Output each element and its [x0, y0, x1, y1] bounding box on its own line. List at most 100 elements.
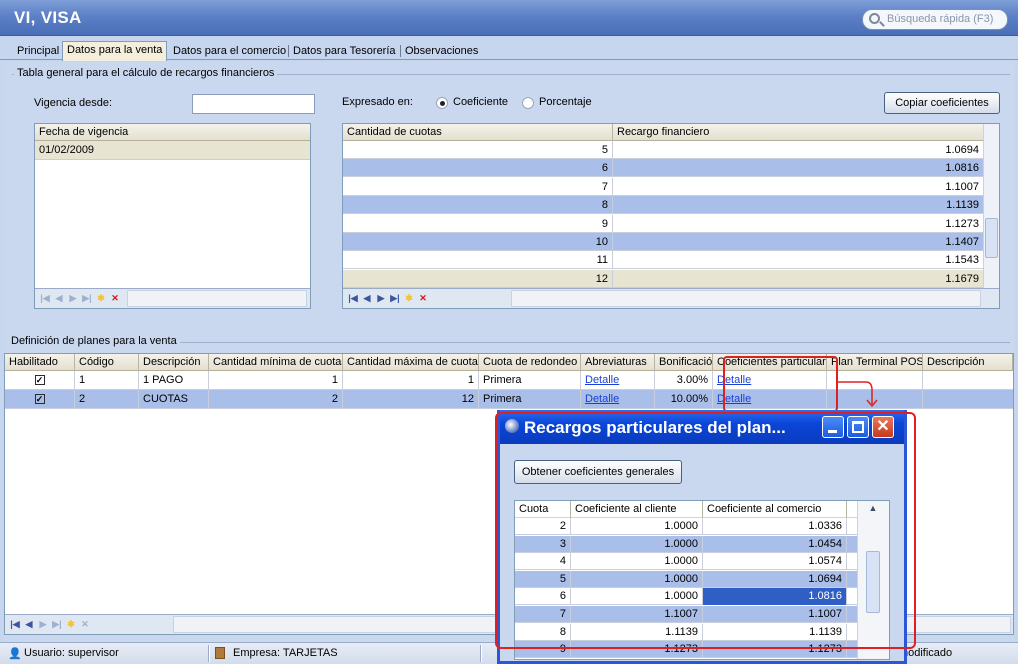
min-cuotas-cell: 1: [209, 371, 343, 390]
status-separator: [208, 645, 210, 662]
recargo-cell: 1.1139: [946, 199, 979, 212]
recargo-cell: 1.0816: [945, 162, 979, 175]
fechas-navigator: |◀ ◀ ▶ ▶| ✱ ✕: [35, 288, 310, 308]
recargo-cell: 1.1273: [945, 217, 979, 230]
planes-column-header: Cuota de redondeo: [479, 354, 581, 371]
first-record-icon[interactable]: |◀: [39, 293, 51, 304]
last-record-icon[interactable]: ▶|: [389, 293, 401, 304]
status-separator: [480, 645, 482, 662]
planes-column-header: Plan Terminal POS: [827, 354, 923, 371]
table-row[interactable]: 7 1.1007: [343, 177, 983, 196]
fecha-cell: 01/02/2009: [39, 144, 95, 156]
abreviaturas-detalle-link[interactable]: Detalle: [585, 374, 619, 386]
redondeo-cell: Primera: [479, 371, 581, 390]
list-item[interactable]: 01/02/2009: [35, 141, 310, 160]
fechas-grid: Fecha de vigencia 01/02/2009 |◀ ◀ ▶ ▶| ✱…: [34, 123, 311, 309]
bonificacion-cell: 3.00%: [655, 371, 713, 390]
fechas-header: Fecha de vigencia: [35, 124, 310, 141]
new-record-icon[interactable]: ✱: [65, 619, 77, 630]
planes-column-header: Descripción: [139, 354, 209, 371]
bonificacion-cell: 10.00%: [655, 390, 713, 409]
abreviaturas-cell: Detalle: [581, 371, 655, 390]
habilitado-cell: ✓: [5, 390, 75, 409]
table-row[interactable]: 5 1.0694: [343, 141, 983, 159]
first-record-icon[interactable]: |◀: [9, 619, 21, 630]
radio-coeficiente[interactable]: [436, 97, 448, 109]
delete-record-icon[interactable]: ✕: [417, 293, 429, 304]
horizontal-scrollbar[interactable]: [511, 290, 981, 307]
vertical-scrollbar[interactable]: [983, 124, 999, 288]
search-placeholder: Búsqueda rápida (F3): [887, 13, 994, 25]
first-record-icon[interactable]: |◀: [347, 293, 359, 304]
next-record-icon[interactable]: ▶: [375, 293, 387, 304]
planes-header: Habilitado Código Descripción Cantidad míni…: [5, 354, 1013, 371]
abreviaturas-detalle-link[interactable]: Detalle: [585, 393, 619, 405]
planes-column-header: Cantidad máxima de cuotas: [343, 354, 479, 371]
quick-search-input[interactable]: Búsqueda rápida (F3): [862, 9, 1008, 30]
tab-principal[interactable]: Principal: [13, 43, 63, 60]
planes-column-header: Habilitado: [5, 354, 75, 371]
recargo-cell: 1.1407: [945, 236, 979, 248]
planes-column-header: Abreviaturas: [581, 354, 655, 371]
planes-column-header: Cantidad mínima de cuotas: [209, 354, 343, 371]
descripcion2-cell: [923, 390, 1013, 409]
next-record-icon[interactable]: ▶: [67, 293, 79, 304]
delete-record-icon[interactable]: ✕: [79, 619, 91, 630]
planes-legend: Definición de planes para la venta: [8, 335, 180, 347]
prev-record-icon[interactable]: ◀: [23, 619, 35, 630]
company-icon: [215, 647, 225, 659]
recargo-header: Recargo financiero: [617, 126, 710, 138]
highlight-arrow: [838, 381, 878, 408]
recargo-cell: 1.1007: [945, 180, 979, 193]
prev-record-icon[interactable]: ◀: [361, 293, 373, 304]
recargo-cell: 1.1543: [945, 254, 979, 267]
tab-datos-tesoreria[interactable]: Datos para Tesorería: [289, 43, 400, 60]
checkbox[interactable]: ✓: [34, 375, 45, 385]
vigencia-input[interactable]: [192, 94, 315, 114]
redondeo-cell: Primera: [479, 390, 581, 409]
cuotas-cell: 9: [343, 214, 613, 233]
table-row[interactable]: 9 1.1273: [343, 214, 983, 233]
last-record-icon[interactable]: ▶|: [81, 293, 93, 304]
checkbox[interactable]: ✓: [34, 394, 45, 404]
planes-column-header: Descripción: [923, 354, 1013, 371]
radio-porcentaje[interactable]: [522, 97, 534, 109]
expresado-label: Expresado en:: [342, 96, 413, 108]
horizontal-scrollbar[interactable]: [127, 290, 307, 307]
cuotas-navigator: |◀ ◀ ▶ ▶| ✱ ✕: [343, 288, 999, 308]
table-row[interactable]: 10 1.1407: [343, 233, 983, 251]
tab-observaciones[interactable]: Observaciones: [401, 43, 482, 60]
min-cuotas-cell: 2: [209, 390, 343, 409]
max-cuotas-cell: 1: [343, 371, 479, 390]
search-icon: [869, 13, 880, 24]
cuotas-cell: 5: [343, 141, 613, 159]
tab-strip: Principal Datos para la venta Datos para…: [0, 40, 1018, 61]
radio-coeficiente-label: Coeficiente: [453, 96, 509, 108]
cuotas-cell: 10: [343, 233, 613, 251]
copy-coefficients-button[interactable]: Copiar coeficientes: [884, 92, 1000, 114]
codigo-cell: 1: [75, 371, 139, 390]
recargo-cell: 1.1679: [945, 272, 979, 285]
cuotas-cell: 6: [343, 159, 613, 178]
next-record-icon[interactable]: ▶: [37, 619, 49, 630]
table-row[interactable]: 11 1.1543: [343, 251, 983, 270]
last-record-icon[interactable]: ▶|: [51, 619, 63, 630]
recargo-cell: 1.0694: [945, 144, 979, 156]
cuotas-grid: Cantidad de cuotas Recargo financiero 5 1…: [342, 123, 1000, 309]
planes-column-header: Código: [75, 354, 139, 371]
table-row[interactable]: 6 1.0816: [343, 159, 983, 178]
table-row[interactable]: 8 1.1139: [343, 196, 983, 215]
cantidad-cuotas-header: Cantidad de cuotas: [343, 124, 613, 141]
tab-datos-venta[interactable]: Datos para la venta: [62, 41, 168, 61]
status-empresa: Empresa: TARJETAS: [233, 647, 338, 659]
prev-record-icon[interactable]: ◀: [53, 293, 65, 304]
general-table-legend: Tabla general para el cálculo de recargo…: [14, 67, 278, 79]
table-row[interactable]: 12 1.1679: [343, 269, 983, 288]
new-record-icon[interactable]: ✱: [403, 293, 415, 304]
cuotas-header: Cantidad de cuotas Recargo financiero: [343, 124, 983, 141]
delete-record-icon[interactable]: ✕: [109, 293, 121, 304]
new-record-icon[interactable]: ✱: [95, 293, 107, 304]
scroll-thumb[interactable]: [985, 218, 998, 258]
tab-datos-comercio[interactable]: Datos para el comercio: [169, 43, 290, 60]
descripcion-cell: CUOTAS: [139, 390, 209, 409]
